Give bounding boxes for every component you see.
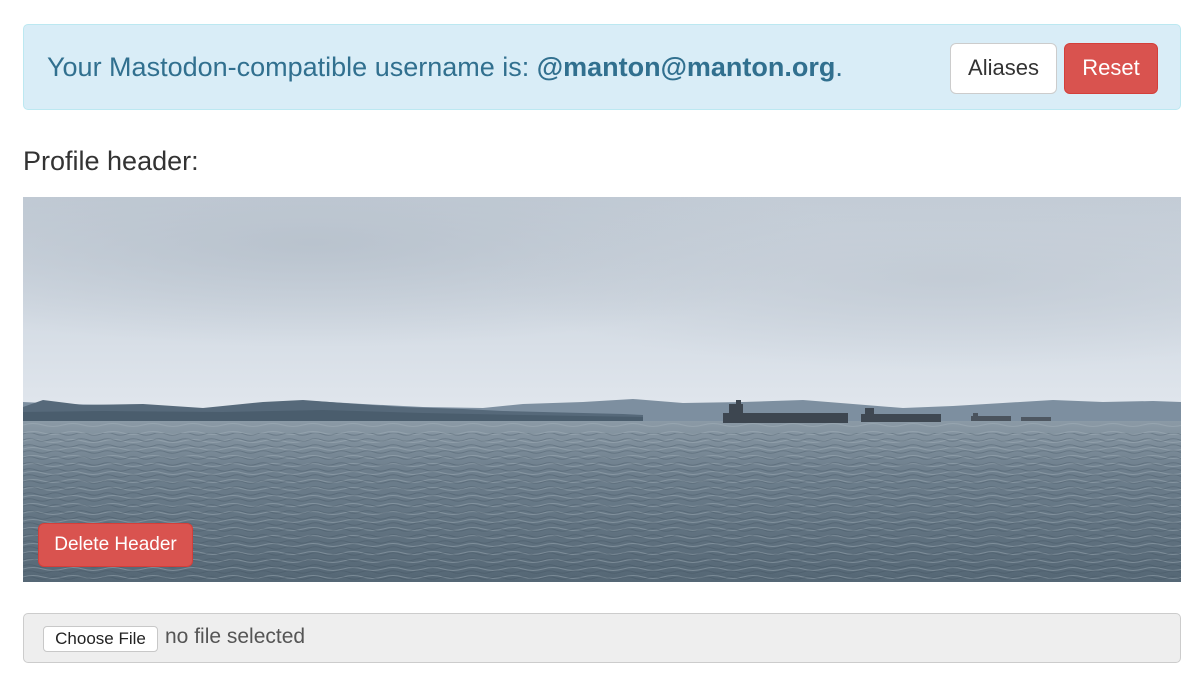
username-message-suffix: . xyxy=(835,52,843,82)
ship-4 xyxy=(1021,417,1051,421)
profile-header-label: Profile header: xyxy=(23,146,199,176)
aliases-button[interactable]: Aliases xyxy=(950,43,1057,94)
mastodon-handle: @manton@manton.org xyxy=(536,52,836,82)
delete-header-button[interactable]: Delete Header xyxy=(38,523,193,567)
username-message-prefix: Your Mastodon-compatible username is: xyxy=(47,52,537,82)
profile-header-image xyxy=(23,197,1181,582)
header-file-input: Choose File no file selected xyxy=(23,613,1181,663)
file-status-text: no file selected xyxy=(165,625,306,648)
choose-file-button[interactable]: Choose File xyxy=(43,626,158,652)
reset-button[interactable]: Reset xyxy=(1064,43,1158,94)
username-message: Your Mastodon-compatible username is: @m… xyxy=(47,51,843,83)
settings-page: Your Mastodon-compatible username is: @m… xyxy=(0,0,1200,680)
mastodon-username-notice: Your Mastodon-compatible username is: @m… xyxy=(23,24,1181,110)
seascape-image xyxy=(23,197,1181,582)
